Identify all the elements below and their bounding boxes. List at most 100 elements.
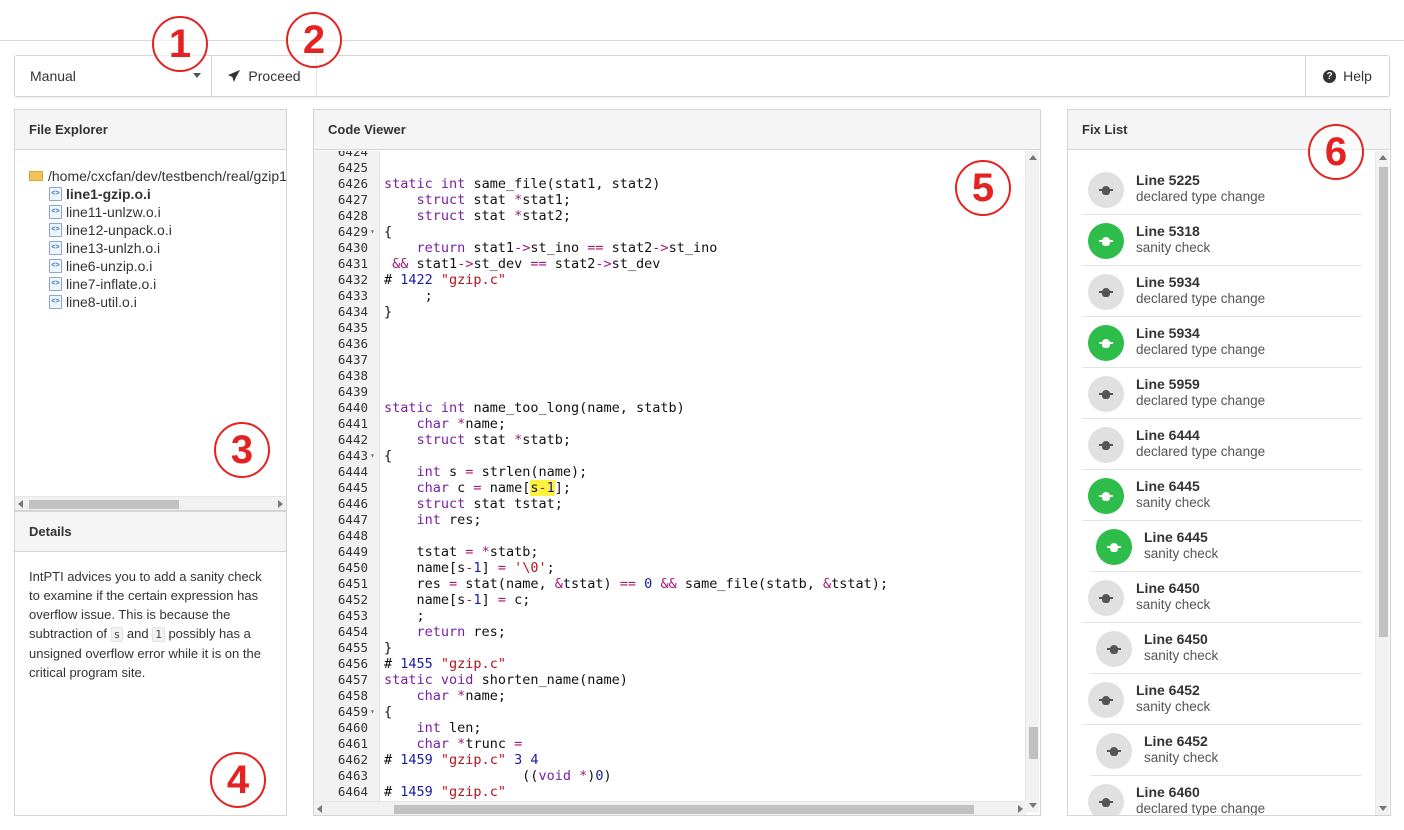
line-number: 6463 [337, 768, 368, 783]
bug-glyph [1099, 592, 1113, 604]
code-editor[interactable]: 6424 6425 6426 static int same_file(stat1, … [314, 151, 1039, 812]
annotation-marker: 2 [286, 12, 342, 68]
line-number: 6442 [337, 432, 368, 447]
code-text: char c = name[s-1]; [416, 480, 572, 496]
scroll-down-icon[interactable] [1029, 803, 1037, 808]
code-text: struct stat *stat1; [416, 192, 571, 208]
bug-glyph [1099, 796, 1113, 808]
fix-list-item[interactable]: Line 5934 declared type change [1082, 317, 1362, 368]
line-number: 6435 [337, 320, 368, 335]
toolbar: Manual Proceed ? Help [14, 55, 1390, 97]
code-line: 6455} [314, 640, 1025, 656]
scroll-right-icon[interactable] [1018, 805, 1023, 813]
fix-list-item[interactable]: Line 6445 sanity check [1090, 521, 1362, 572]
scroll-left-icon[interactable] [317, 805, 322, 813]
code-text: { [384, 448, 393, 464]
file-tree-item[interactable]: <> line12-unpack.o.i [49, 221, 286, 239]
line-number: 6444 [337, 464, 368, 479]
code-line: 6461 char *trunc = [314, 736, 1025, 752]
code-line: 6425 [314, 160, 1025, 176]
fold-toggle-icon[interactable]: ▾ [370, 448, 375, 464]
scroll-thumb[interactable] [1029, 727, 1038, 759]
code-line: 6427 struct stat *stat1; [314, 192, 1025, 208]
fix-line-label: Line 5959 [1136, 376, 1200, 392]
scroll-thumb[interactable] [394, 805, 974, 814]
code-hscroll[interactable] [314, 801, 1026, 815]
bug-glyph [1099, 286, 1113, 298]
line-number: 6450 [337, 560, 368, 575]
file-explorer-hscroll[interactable] [15, 496, 286, 510]
fix-list-item[interactable]: Line 6450 sanity check [1082, 572, 1362, 623]
line-number: 6461 [337, 736, 368, 751]
code-file-icon: <> [49, 295, 62, 309]
code-line: 6452 name[s-1] = c; [314, 592, 1025, 608]
scroll-thumb[interactable] [29, 500, 179, 509]
line-number: 6438 [337, 368, 368, 383]
scroll-up-icon[interactable] [1029, 155, 1037, 160]
fix-line-label: Line 5934 [1136, 274, 1200, 290]
fix-list-panel: Fix List Line 5225 declared type change Li… [1067, 109, 1391, 816]
fix-line-label: Line 6452 [1144, 733, 1208, 749]
fix-list-item[interactable]: Line 5934 declared type change [1082, 266, 1362, 317]
file-tree-item[interactable]: <> line8-util.o.i [49, 293, 286, 311]
fix-list-item[interactable]: Line 6444 declared type change [1082, 419, 1362, 470]
scroll-thumb[interactable] [1379, 167, 1388, 637]
code-viewer-title: Code Viewer [314, 110, 1040, 150]
file-name: line13-unlzh.o.i [66, 240, 161, 256]
code-vscroll[interactable] [1025, 151, 1039, 812]
fix-type-label: sanity check [1144, 546, 1219, 561]
scroll-up-icon[interactable] [1379, 155, 1387, 160]
line-number: 6431 [337, 256, 368, 271]
code-text: int res; [416, 512, 482, 528]
bug-icon [1088, 682, 1124, 718]
bug-icon [1088, 580, 1124, 616]
fix-list-item[interactable]: Line 6452 sanity check [1082, 674, 1362, 725]
file-tree-item[interactable]: <> line6-unzip.o.i [49, 257, 286, 275]
file-tree-item[interactable]: <> line1-gzip.o.i [49, 185, 286, 203]
code-line: 6441 char *name; [314, 416, 1025, 432]
fix-list-item[interactable]: Line 6445 sanity check [1082, 470, 1362, 521]
scroll-down-icon[interactable] [1379, 806, 1387, 811]
code-line: 6450 name[s-1] = '\0'; [314, 560, 1025, 576]
code-line: 6440 static int name_too_long(name, statb… [314, 400, 1025, 416]
fix-list-item[interactable]: Line 6452 sanity check [1090, 725, 1362, 776]
fix-list-vscroll[interactable] [1375, 151, 1389, 815]
fix-list-item[interactable]: Line 6450 sanity check [1090, 623, 1362, 674]
code-text: { [384, 704, 393, 720]
code-text: static void shorten_name(name) [384, 672, 628, 688]
scroll-left-icon[interactable] [18, 500, 23, 508]
fold-toggle-icon[interactable]: ▾ [370, 224, 375, 240]
code-text: # 1459 "gzip.c" 3 4 [384, 752, 539, 768]
tree-root-folder[interactable]: /home/cxcfan/dev/testbench/real/gzip1 [29, 167, 286, 185]
fix-list-item[interactable]: Line 6460 declared type change [1082, 776, 1362, 815]
file-tree-item[interactable]: <> line13-unlzh.o.i [49, 239, 286, 257]
file-tree-item[interactable]: <> line7-inflate.o.i [49, 275, 286, 293]
line-number: 6451 [337, 576, 368, 591]
fix-line-label: Line 5934 [1136, 325, 1200, 341]
line-number: 6437 [337, 352, 368, 367]
fold-toggle-icon[interactable]: ▾ [370, 704, 375, 720]
annotation-marker: 3 [214, 422, 270, 478]
code-line: 6434} [314, 304, 1025, 320]
line-number: 6432 [337, 272, 368, 287]
code-line: 6437 [314, 352, 1025, 368]
file-tree-item[interactable]: <> line11-unlzw.o.i [49, 203, 286, 221]
fix-line-label: Line 5225 [1136, 172, 1200, 188]
code-line: 6453 ; [314, 608, 1025, 624]
line-number: 6449 [337, 544, 368, 559]
help-button[interactable]: ? Help [1305, 56, 1389, 96]
code-line: 6463 ((void *)0) [314, 768, 1025, 784]
fix-list-item[interactable]: Line 5318 sanity check [1082, 215, 1362, 266]
line-number: 6424 [337, 151, 368, 159]
code-line: 6451 res = stat(name, &tstat) == 0 && sa… [314, 576, 1025, 592]
fix-list-item[interactable]: Line 5959 declared type change [1082, 368, 1362, 419]
code-text: ; [384, 608, 425, 624]
scroll-right-icon[interactable] [278, 500, 283, 508]
line-number: 6448 [337, 528, 368, 543]
code-line: 6447 int res; [314, 512, 1025, 528]
code-viewer-panel: Code Viewer 6424 6425 6426 static int same_… [313, 109, 1041, 816]
fix-type-label: declared type change [1136, 291, 1266, 306]
mode-select-value: Manual [30, 68, 76, 84]
bug-icon [1088, 172, 1124, 208]
code-line: 6444 int s = strlen(name); [314, 464, 1025, 480]
